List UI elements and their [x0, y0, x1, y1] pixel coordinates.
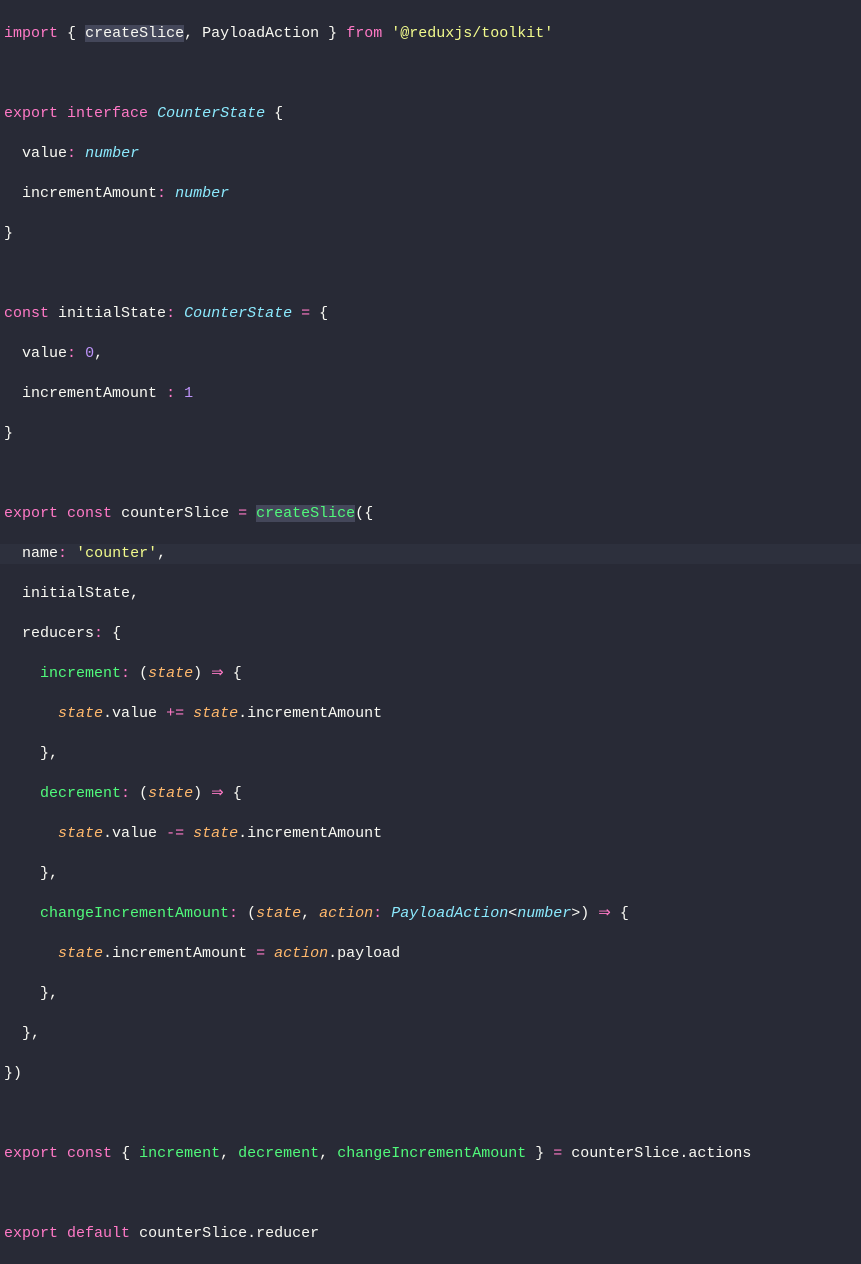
keyword-import: import	[4, 25, 58, 42]
code-line: }	[0, 424, 861, 444]
function-call-createSlice: createSlice	[256, 505, 355, 522]
code-line: const initialState: CounterState = {	[0, 304, 861, 324]
code-line	[0, 64, 861, 84]
type-CounterState: CounterState	[157, 105, 265, 122]
code-line: value: 0,	[0, 344, 861, 364]
code-line: increment: (state) ⇒ {	[0, 664, 861, 684]
code-line: })	[0, 1064, 861, 1084]
code-line: export const counterSlice = createSlice(…	[0, 504, 861, 524]
code-line: incrementAmount: number	[0, 184, 861, 204]
code-line: import { createSlice, PayloadAction } fr…	[0, 24, 861, 44]
code-line	[0, 1184, 861, 1204]
code-line: state.value -= state.incrementAmount	[0, 824, 861, 844]
code-line: decrement: (state) ⇒ {	[0, 784, 861, 804]
code-line-highlighted: name: 'counter',	[0, 544, 861, 564]
code-line: export const { increment, decrement, cha…	[0, 1144, 861, 1164]
code-line	[0, 1104, 861, 1124]
code-line: },	[0, 1024, 861, 1044]
code-line: incrementAmount : 1	[0, 384, 861, 404]
code-line	[0, 464, 861, 484]
code-editor[interactable]: import { createSlice, PayloadAction } fr…	[0, 4, 861, 1264]
string-literal: '@reduxjs/toolkit'	[391, 25, 553, 42]
identifier-PayloadAction: PayloadAction	[202, 25, 319, 42]
code-line: export default counterSlice.reducer	[0, 1224, 861, 1244]
code-line: state.incrementAmount = action.payload	[0, 944, 861, 964]
code-line	[0, 264, 861, 284]
code-line: },	[0, 744, 861, 764]
code-line: reducers: {	[0, 624, 861, 644]
code-line: value: number	[0, 144, 861, 164]
code-line: state.value += state.incrementAmount	[0, 704, 861, 724]
keyword-from: from	[346, 25, 382, 42]
code-line: },	[0, 984, 861, 1004]
code-line: export interface CounterState {	[0, 104, 861, 124]
identifier-createSlice: createSlice	[85, 25, 184, 42]
code-line: },	[0, 864, 861, 884]
code-line: initialState,	[0, 584, 861, 604]
code-line: }	[0, 224, 861, 244]
code-line: changeIncrementAmount: (state, action: P…	[0, 904, 861, 924]
